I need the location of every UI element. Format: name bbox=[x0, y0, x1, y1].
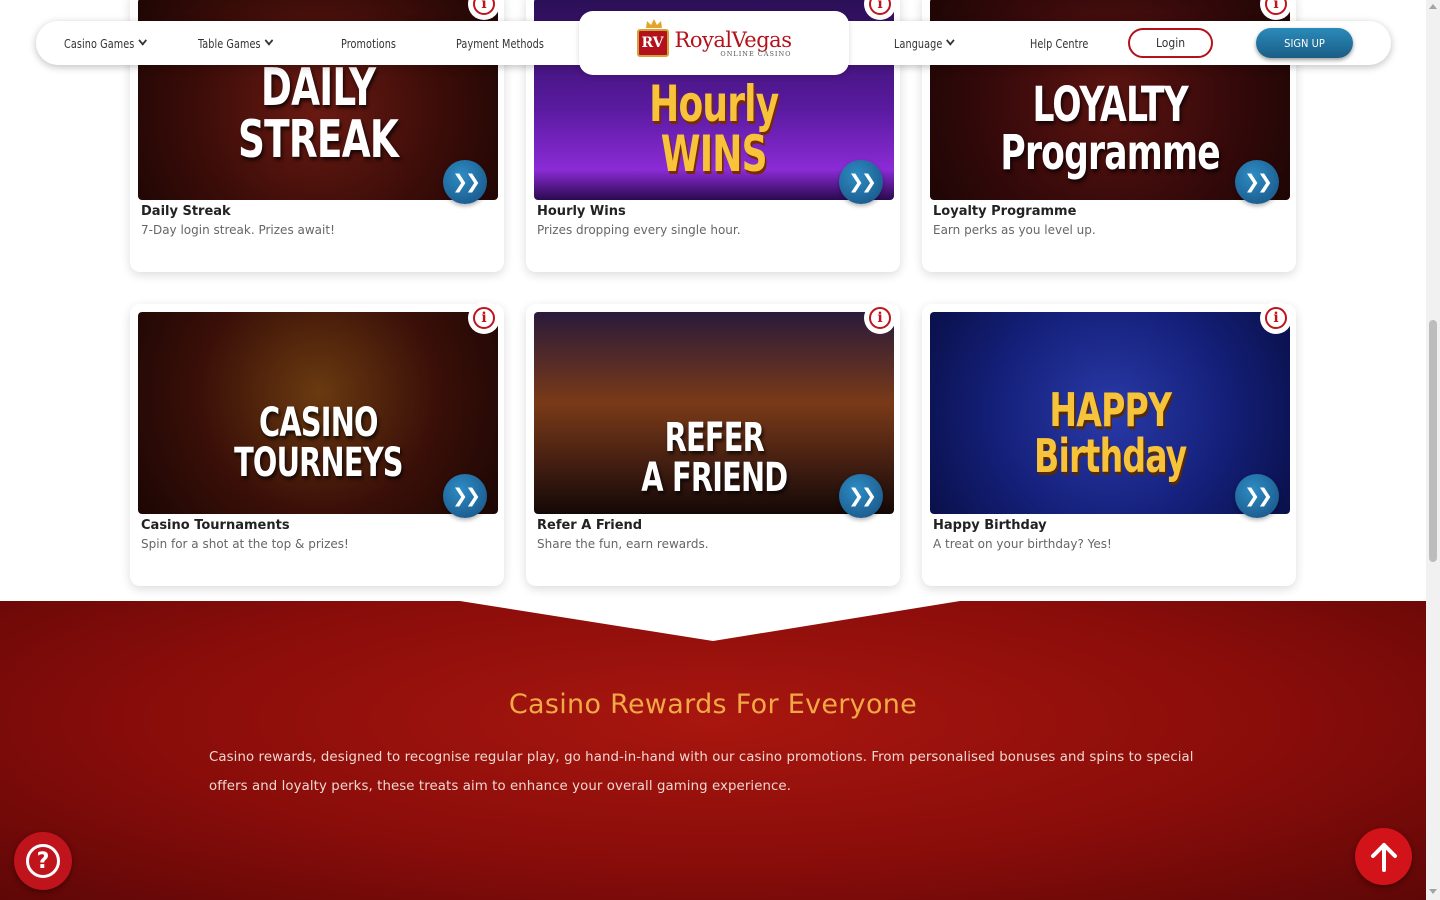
card-description: Earn perks as you level up. bbox=[933, 223, 1096, 237]
chevron-down-icon bbox=[264, 35, 274, 46]
scroll-to-top-button[interactable] bbox=[1355, 828, 1412, 885]
card-description: Prizes dropping every single hour. bbox=[537, 223, 741, 237]
arrow-up-icon bbox=[1370, 842, 1397, 872]
promo-card-birthday[interactable]: HAPPY Birthday i ❯❯ Happy Birthday A trea… bbox=[922, 302, 1296, 586]
logo-name: RoyalVegas bbox=[674, 27, 792, 52]
info-icon[interactable]: i bbox=[864, 302, 896, 334]
chevron-down-icon bbox=[138, 35, 147, 46]
nav-label: Promotions bbox=[341, 35, 397, 51]
nav-casino-games[interactable]: Casino Games bbox=[64, 21, 147, 65]
birthday-art-text: HAPPY Birthday bbox=[1033, 383, 1187, 483]
promo-card-tournaments[interactable]: CASINO TOURNEYS i ❯❯ Casino Tournaments S… bbox=[130, 302, 504, 586]
page-scrollbar[interactable] bbox=[1426, 0, 1440, 900]
tournaments-art-text: CASINO TOURNEYS bbox=[234, 403, 403, 483]
card-title: Hourly Wins bbox=[537, 204, 626, 219]
logo-wordmark: RoyalVegas ONLINE CASINO bbox=[675, 29, 792, 58]
refer-friend-art-text: REFER A FRIEND bbox=[640, 415, 788, 501]
site-logo[interactable]: RV RoyalVegas ONLINE CASINO bbox=[579, 11, 849, 75]
banner-art-line: REFER bbox=[664, 415, 764, 461]
banner-art-line: LOYALTY bbox=[1032, 77, 1188, 133]
nav-help-centre[interactable]: Help Centre bbox=[1030, 21, 1088, 65]
hourly-wins-art-text: Hourly WINS bbox=[649, 75, 779, 183]
tournaments-banner[interactable]: CASINO TOURNEYS bbox=[138, 312, 498, 514]
more-arrow-icon[interactable]: ❯❯ bbox=[443, 160, 487, 204]
nav-label: Table Games bbox=[198, 35, 261, 51]
banner-art-line: Hourly bbox=[649, 75, 779, 133]
nav-table-games[interactable]: Table Games bbox=[198, 21, 274, 65]
more-arrow-icon[interactable]: ❯❯ bbox=[1235, 474, 1279, 518]
nav-label: Help Centre bbox=[1030, 35, 1089, 51]
logo-mark: RV bbox=[636, 19, 669, 57]
scroll-down-icon[interactable] bbox=[1429, 889, 1437, 894]
logo-mark-text: RV bbox=[641, 35, 664, 51]
more-arrow-icon[interactable]: ❯❯ bbox=[1235, 160, 1279, 204]
rewards-section: Casino Rewards For Everyone Casino rewar… bbox=[0, 601, 1426, 900]
chevron-down-icon bbox=[946, 35, 955, 46]
signup-button[interactable]: SIGN UP bbox=[1256, 28, 1353, 58]
more-arrow-icon[interactable]: ❯❯ bbox=[443, 474, 487, 518]
help-button[interactable]: ? bbox=[14, 832, 72, 890]
nav-language[interactable]: Language bbox=[894, 21, 955, 65]
nav-label: Language bbox=[894, 35, 943, 51]
card-title: Daily Streak bbox=[141, 204, 231, 219]
banner-art-line: STREAK bbox=[237, 110, 399, 170]
rewards-body: Casino rewards, designed to recognise re… bbox=[209, 750, 1194, 794]
info-icon[interactable]: i bbox=[468, 302, 500, 334]
rewards-title: Casino Rewards For Everyone bbox=[508, 689, 918, 720]
daily-streak-art-text: DAILY STREAK bbox=[237, 58, 399, 170]
logo-subtitle: ONLINE CASINO bbox=[720, 49, 792, 58]
card-title: Casino Tournaments bbox=[141, 518, 290, 533]
banner-art-line: TOURNEYS bbox=[233, 440, 403, 486]
card-title: Refer A Friend bbox=[537, 518, 643, 533]
login-button[interactable]: Login bbox=[1128, 28, 1213, 58]
scroll-up-icon[interactable] bbox=[1429, 4, 1437, 9]
card-description: Share the fun, earn rewards. bbox=[537, 537, 709, 551]
card-description: 7-Day login streak. Prizes await! bbox=[141, 223, 335, 237]
more-arrow-icon[interactable]: ❯❯ bbox=[839, 160, 883, 204]
banner-art-line: DAILY bbox=[260, 58, 376, 118]
birthday-banner[interactable]: HAPPY Birthday bbox=[930, 312, 1290, 514]
banner-art-line: HAPPY bbox=[1049, 383, 1172, 437]
card-title: Happy Birthday bbox=[933, 518, 1047, 533]
info-icon[interactable]: i bbox=[1260, 302, 1292, 334]
section-divider bbox=[0, 601, 1426, 641]
help-icon: ? bbox=[26, 844, 60, 878]
nav-payment-methods[interactable]: Payment Methods bbox=[456, 21, 544, 65]
more-arrow-icon[interactable]: ❯❯ bbox=[839, 474, 883, 518]
crown-icon bbox=[645, 19, 662, 28]
banner-art-line: WINS bbox=[661, 125, 768, 183]
banner-art-line: A FRIEND bbox=[640, 455, 788, 501]
card-description: Spin for a shot at the top & prizes! bbox=[141, 537, 349, 551]
card-title: Loyalty Programme bbox=[933, 204, 1077, 219]
banner-art-line: Birthday bbox=[1033, 429, 1187, 483]
nav-label: Payment Methods bbox=[456, 35, 544, 51]
banner-art-line: Programme bbox=[1000, 125, 1220, 181]
nav-promotions[interactable]: Promotions bbox=[341, 21, 396, 65]
loyalty-art-text: LOYALTY Programme bbox=[1000, 77, 1220, 181]
card-description: A treat on your birthday? Yes! bbox=[933, 537, 1112, 551]
scroll-thumb[interactable] bbox=[1429, 320, 1437, 562]
banner-art-line: CASINO bbox=[258, 400, 378, 446]
nav-label: Casino Games bbox=[64, 35, 135, 51]
refer-friend-banner[interactable]: REFER A FRIEND bbox=[534, 312, 894, 514]
promo-card-refer-friend[interactable]: REFER A FRIEND i ❯❯ Refer A Friend Share … bbox=[526, 302, 900, 586]
